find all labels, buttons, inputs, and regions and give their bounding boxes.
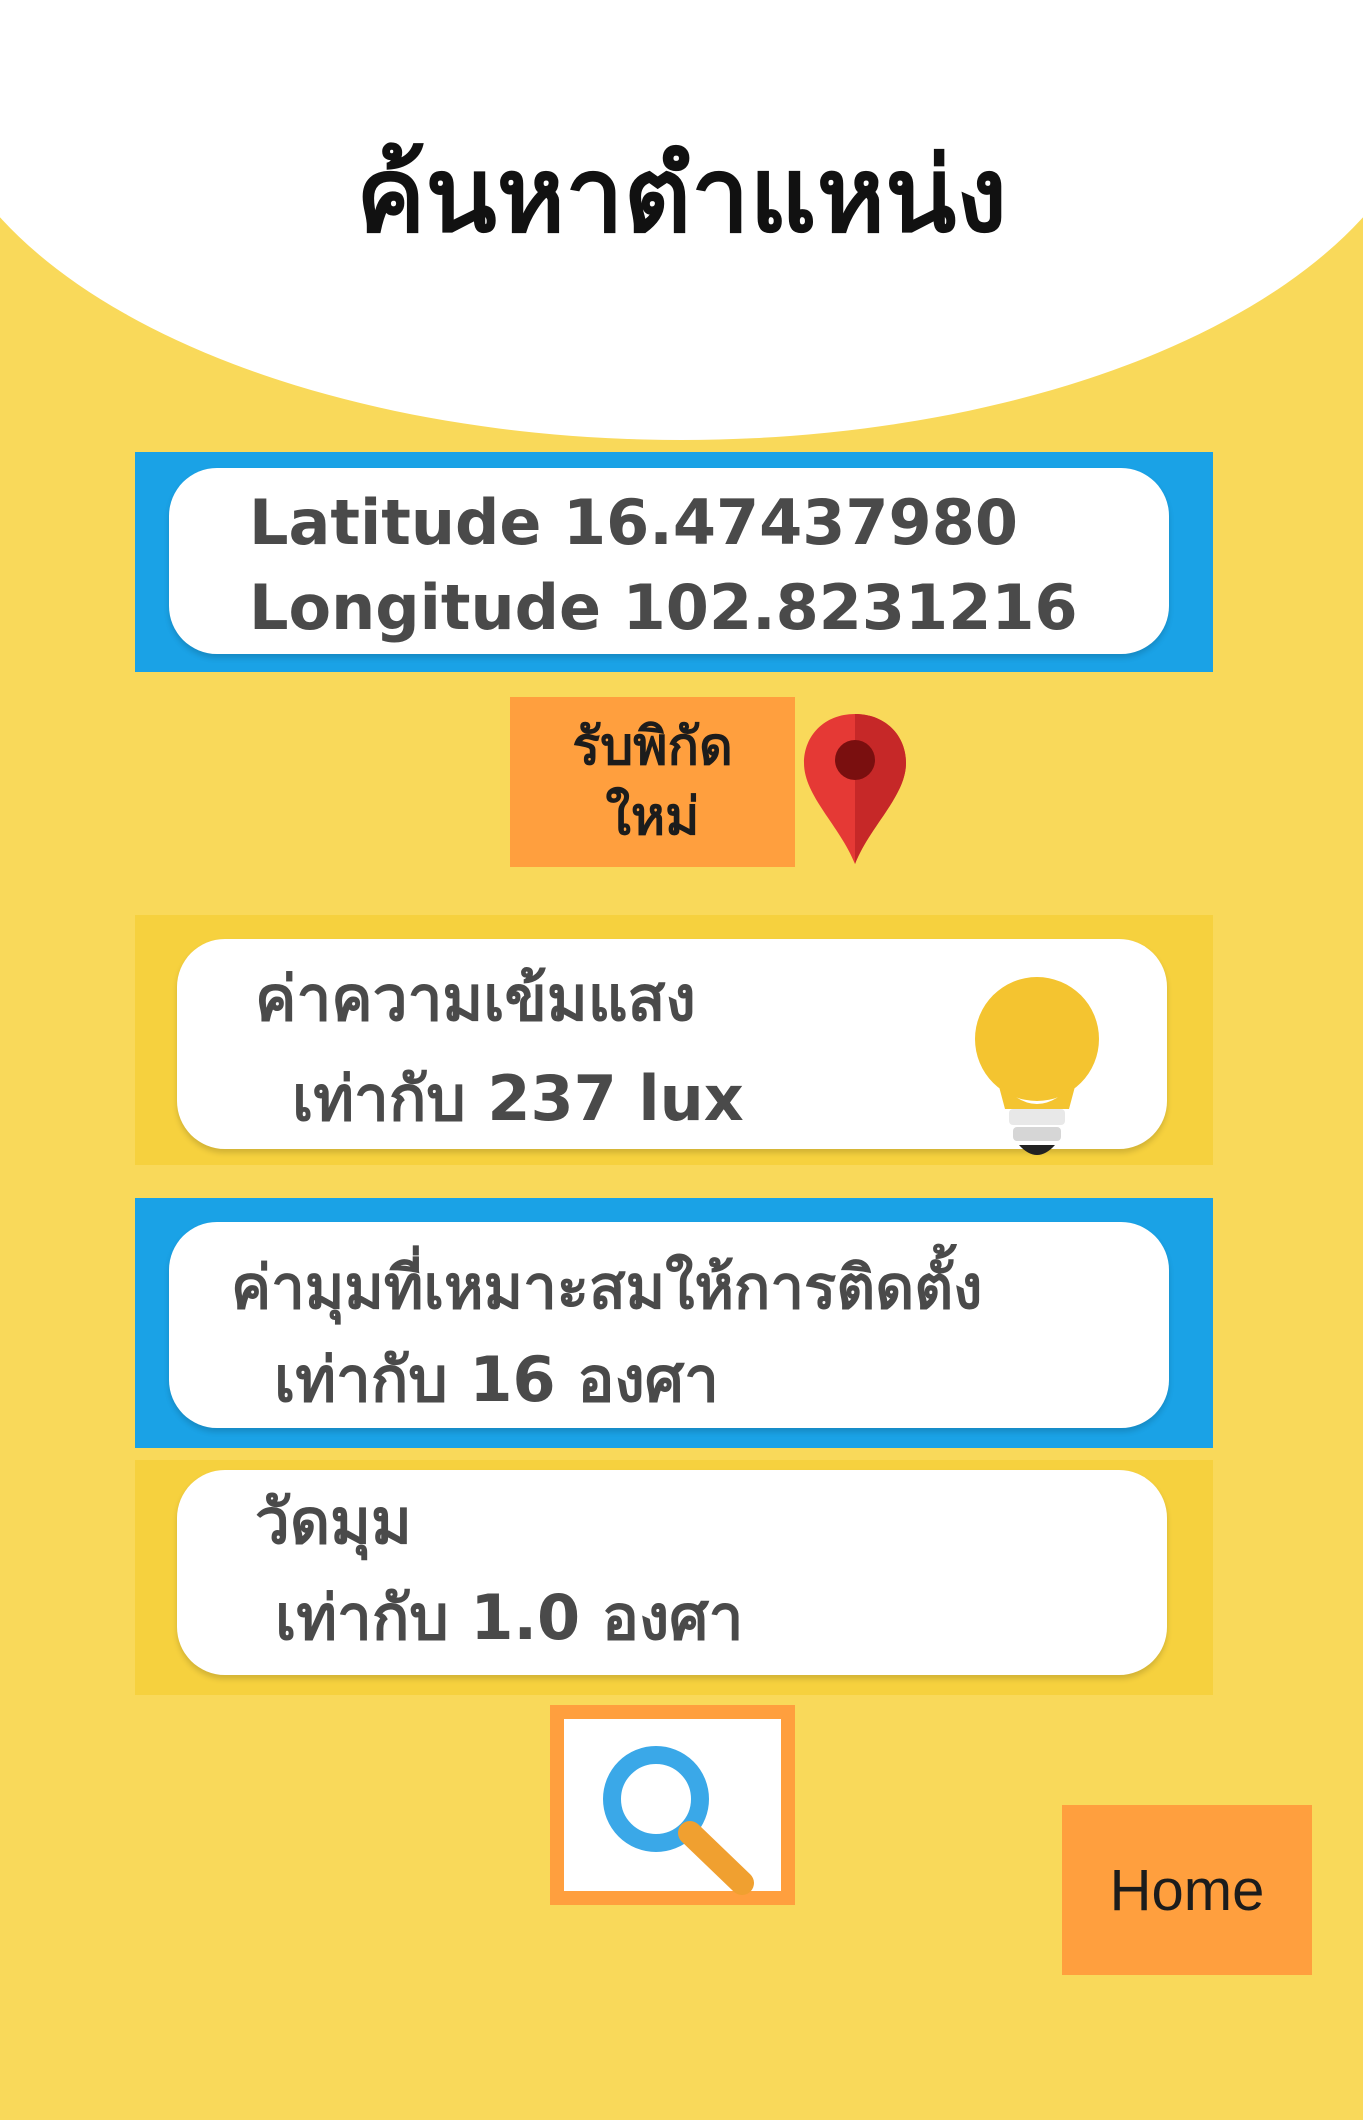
home-button[interactable]: Home (1062, 1805, 1312, 1975)
optimal-angle-panel: ค่ามุมที่เหมาะสมให้การติดตั้ง เท่ากับ 16… (135, 1198, 1213, 1448)
button-label-line2: ใหม่ (605, 787, 700, 847)
measure-angle-value: เท่ากับ 1.0 องศา (275, 1581, 744, 1654)
light-bulb-icon (975, 977, 1099, 1155)
page-title: ค้นหาตำแหน่ง (355, 134, 1007, 256)
get-new-coordinates-button[interactable]: รับพิกัด ใหม่ (510, 697, 795, 867)
button-label-line1: รับพิกัด (572, 717, 733, 777)
search-button[interactable] (550, 1705, 795, 1905)
get-new-coordinates-label: รับพิกัด ใหม่ (572, 712, 732, 852)
latitude-text: Latitude 16.47437980 (249, 486, 1018, 559)
longitude-text: Longitude 102.8231216 (249, 571, 1078, 644)
light-intensity-value: เท่ากับ 237 lux (292, 1062, 744, 1135)
measure-angle-panel: วัดมุม เท่ากับ 1.0 องศา (135, 1460, 1213, 1695)
light-intensity-panel: ค่าความเข้มแสง เท่ากับ 237 lux (135, 915, 1213, 1165)
coordinates-panel: Latitude 16.47437980 Longitude 102.82312… (135, 452, 1213, 672)
optimal-angle-value: เท่ากับ 16 องศา (274, 1343, 719, 1416)
light-intensity-card: ค่าความเข้มแสง เท่ากับ 237 lux (177, 939, 1167, 1155)
coordinates-card: Latitude 16.47437980 Longitude 102.82312… (169, 468, 1169, 654)
optimal-angle-title: ค่ามุมที่เหมาะสมให้การติดตั้ง (231, 1253, 983, 1323)
measure-angle-title: วัดมุม (255, 1485, 412, 1558)
app-screen: ค้นหาตำแหน่ง Latitude 16.47437980 Longit… (0, 0, 1363, 2120)
light-intensity-title: ค่าความเข้มแสง (255, 962, 696, 1035)
search-icon (603, 1746, 754, 1895)
map-pin-icon (804, 714, 906, 864)
optimal-angle-card: ค่ามุมที่เหมาะสมให้การติดตั้ง เท่ากับ 16… (169, 1222, 1169, 1428)
measure-angle-card: วัดมุม เท่ากับ 1.0 องศา (177, 1470, 1167, 1675)
